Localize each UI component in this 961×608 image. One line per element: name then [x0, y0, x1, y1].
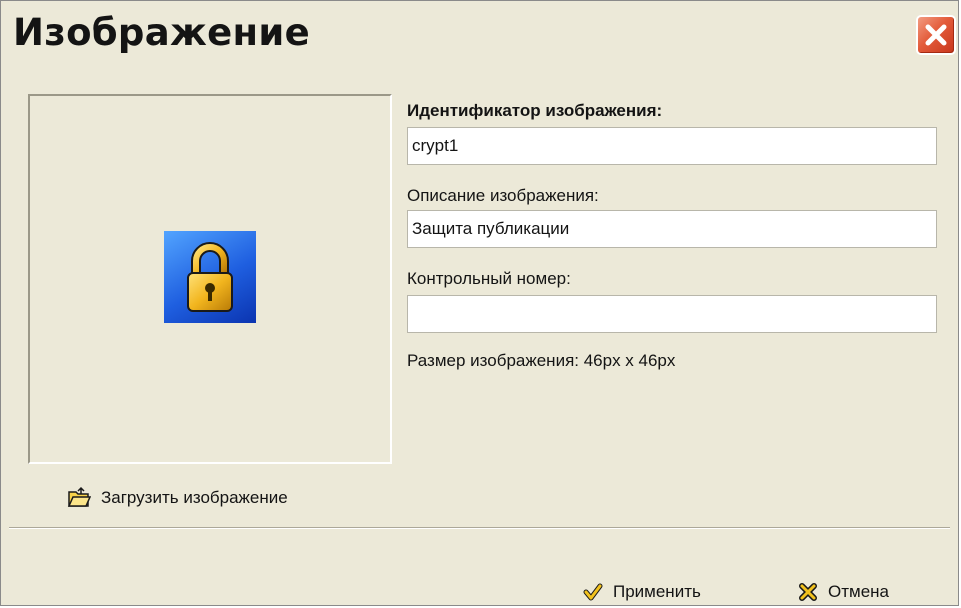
image-size-text: Размер изображения: 46px x 46px [407, 351, 676, 370]
load-image-button[interactable]: Загрузить изображение [67, 483, 288, 513]
control-number-label: Контрольный номер: [407, 269, 571, 288]
image-id-label: Идентификатор изображения: [407, 101, 663, 120]
close-button[interactable] [916, 15, 956, 55]
checkmark-icon [583, 583, 603, 601]
padlock-icon [187, 242, 233, 312]
load-image-label: Загрузить изображение [101, 488, 288, 507]
control-number-field[interactable] [407, 295, 937, 333]
close-icon [925, 24, 947, 46]
cancel-label: Отмена [828, 582, 889, 601]
title-bar: Изображение [1, 1, 958, 79]
image-preview-panel [28, 94, 392, 464]
description-label: Описание изображения: [407, 186, 599, 205]
cross-icon [799, 583, 817, 601]
divider [9, 527, 950, 529]
image-dialog: Изображение Загрузить изображение Иденти… [0, 0, 959, 606]
cancel-button[interactable]: Отмена [798, 579, 889, 605]
description-field[interactable] [407, 210, 937, 248]
preview-image [164, 231, 256, 323]
apply-button[interactable]: Применить [583, 579, 701, 605]
dialog-title: Изображение [13, 11, 310, 54]
open-folder-icon [67, 486, 91, 507]
apply-label: Применить [613, 582, 701, 601]
image-id-field[interactable] [407, 127, 937, 165]
